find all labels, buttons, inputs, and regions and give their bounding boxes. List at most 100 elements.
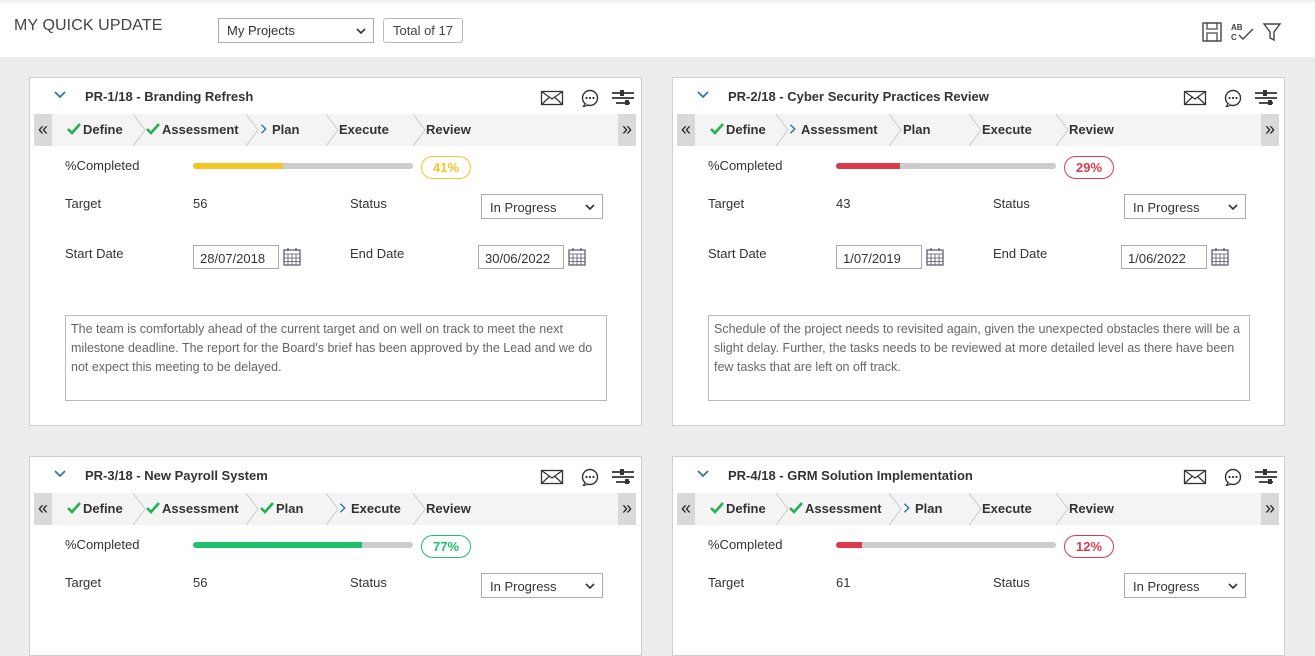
step-execute[interactable]: Execute [982, 493, 1032, 525]
calendar-icon[interactable] [1211, 248, 1229, 266]
comment-icon[interactable] [1221, 89, 1245, 107]
steps-next-button[interactable]: » [1261, 493, 1279, 525]
end-date-input[interactable]: 1/06/2022 [1121, 245, 1207, 269]
step-assessment[interactable]: Assessment [146, 114, 239, 146]
step-execute[interactable]: Execute [982, 114, 1032, 146]
steps-prev-button[interactable]: « [34, 493, 52, 525]
step-review[interactable]: Review [426, 493, 471, 525]
steps-next-button[interactable]: » [618, 493, 636, 525]
start-date-input[interactable]: 28/07/2018 [193, 245, 279, 269]
project-filter-select[interactable]: My Projects [218, 18, 374, 43]
step-label: Review [426, 501, 471, 516]
checkmark-icon [146, 123, 160, 135]
step-separator [246, 114, 259, 146]
step-separator [246, 493, 259, 525]
progress-steps: « Define Assessment Plan Execute Review » [677, 493, 1279, 525]
target-value: 56 [193, 575, 208, 590]
collapse-chevron-icon[interactable] [696, 90, 710, 100]
completed-percent-badge: 41% [421, 156, 471, 179]
step-review[interactable]: Review [426, 114, 471, 146]
status-select[interactable]: In Progress [481, 194, 603, 219]
progress-steps: « Define Assessment Plan Execute Review » [677, 114, 1279, 146]
email-icon[interactable] [1183, 89, 1207, 107]
email-icon[interactable] [540, 468, 564, 486]
steps-next-button[interactable]: » [618, 114, 636, 146]
card-header: PR-3/18 - New Payroll System [30, 457, 641, 493]
steps-prev-button[interactable]: « [34, 114, 52, 146]
step-separator [133, 493, 146, 525]
filter-icon[interactable] [1261, 21, 1283, 43]
calendar-icon[interactable] [283, 248, 301, 266]
start-date-label: Start Date [708, 246, 767, 261]
start-date-input[interactable]: 1/07/2019 [836, 245, 922, 269]
step-label: Review [1069, 122, 1114, 137]
collapse-chevron-icon[interactable] [696, 469, 710, 479]
chevron-down-icon [585, 583, 595, 590]
update-notes-textarea[interactable]: The team is comfortably ahead of the cur… [65, 315, 607, 401]
comment-icon[interactable] [578, 468, 602, 486]
steps-next-button[interactable]: » [1261, 114, 1279, 146]
settings-sliders-icon[interactable] [1254, 89, 1278, 107]
project-card: PR-1/18 - Branding Refresh « Define Asses… [29, 77, 642, 426]
email-icon[interactable] [1183, 468, 1207, 486]
step-assessment[interactable]: Assessment [146, 493, 239, 525]
step-plan[interactable]: Plan [260, 493, 303, 525]
email-icon[interactable] [540, 89, 564, 107]
completed-label: %Completed [65, 158, 140, 173]
step-separator [133, 114, 146, 146]
steps-prev-button[interactable]: « [677, 493, 695, 525]
checkmark-icon [146, 502, 160, 514]
target-label: Target [708, 196, 745, 211]
completed-percent-badge: 77% [421, 535, 471, 558]
spellcheck-icon[interactable]: AB C [1230, 21, 1256, 43]
step-define[interactable]: Define [67, 493, 123, 525]
target-label: Target [708, 575, 745, 590]
step-define[interactable]: Define [67, 114, 123, 146]
step-plan[interactable]: Plan [903, 114, 930, 146]
checkmark-icon [789, 502, 803, 514]
settings-sliders-icon[interactable] [1254, 468, 1278, 486]
step-plan[interactable]: Plan [260, 114, 299, 146]
checkmark-icon [710, 123, 724, 135]
save-icon[interactable] [1201, 21, 1223, 43]
step-plan[interactable]: Plan [903, 493, 942, 525]
step-assessment[interactable]: Assessment [789, 114, 878, 146]
calendar-icon[interactable] [926, 248, 944, 266]
step-define[interactable]: Define [710, 114, 766, 146]
progress-fill [193, 163, 284, 169]
comment-icon[interactable] [1221, 468, 1245, 486]
settings-sliders-icon[interactable] [611, 89, 635, 107]
comment-icon[interactable] [578, 89, 602, 107]
step-execute[interactable]: Execute [339, 493, 401, 525]
end-date-label: End Date [350, 246, 405, 261]
progress-steps: « Define Assessment Plan Execute Review » [34, 493, 636, 525]
settings-sliders-icon[interactable] [611, 468, 635, 486]
step-review[interactable]: Review [1069, 114, 1114, 146]
collapse-chevron-icon[interactable] [53, 469, 67, 479]
step-label: Plan [276, 501, 304, 516]
step-review[interactable]: Review [1069, 493, 1114, 525]
step-separator [1056, 493, 1069, 525]
end-date-label: End Date [993, 246, 1048, 261]
current-step-icon [260, 124, 267, 134]
status-select[interactable]: In Progress [1124, 194, 1246, 219]
step-label: Define [726, 122, 766, 137]
step-define[interactable]: Define [710, 493, 766, 525]
collapse-chevron-icon[interactable] [53, 90, 67, 100]
step-label: Execute [339, 122, 389, 137]
status-value: In Progress [490, 200, 557, 215]
chevron-down-icon [356, 28, 366, 35]
steps-prev-button[interactable]: « [677, 114, 695, 146]
progress-fill [836, 542, 863, 548]
step-execute[interactable]: Execute [339, 114, 389, 146]
svg-text:C: C [1231, 33, 1237, 42]
calendar-icon[interactable] [568, 248, 586, 266]
status-select[interactable]: In Progress [1124, 573, 1246, 598]
completed-label: %Completed [65, 537, 140, 552]
end-date-input[interactable]: 30/06/2022 [478, 245, 564, 269]
chevron-down-icon [1228, 583, 1238, 590]
update-notes-textarea[interactable]: Schedule of the project needs to revisit… [708, 315, 1250, 401]
step-assessment[interactable]: Assessment [789, 493, 882, 525]
status-select[interactable]: In Progress [481, 573, 603, 598]
status-label: Status [350, 196, 387, 211]
